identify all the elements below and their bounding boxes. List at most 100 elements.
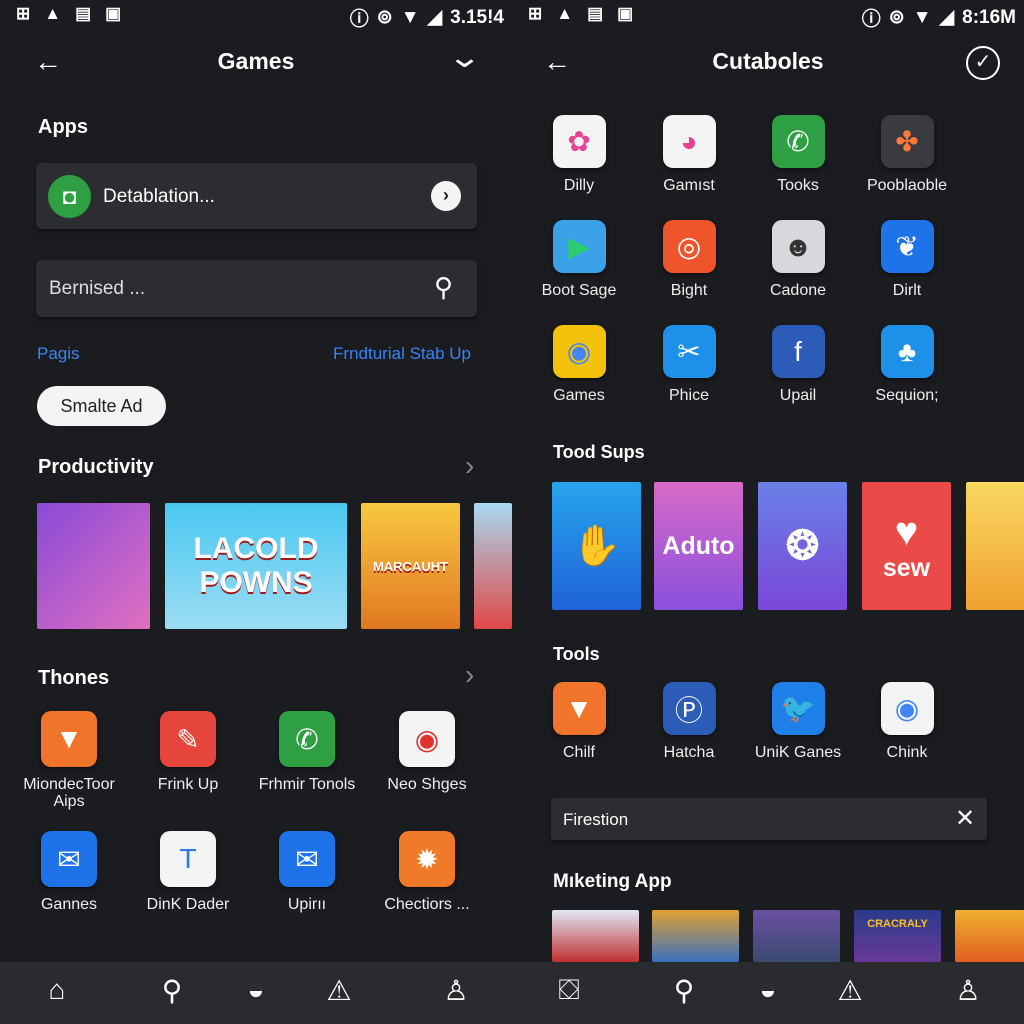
app-label[interactable]: Upirıı [247, 896, 367, 913]
app-label[interactable]: Chectiors ... [367, 896, 487, 913]
app-icon[interactable]: ✉ [279, 831, 335, 887]
app-label[interactable]: Dilly [519, 177, 639, 194]
app-label[interactable]: MiondecToor Aips [9, 776, 129, 810]
chevron-right-icon[interactable]: › [431, 181, 461, 211]
wifi-icon: ▼ [400, 6, 420, 28]
app-icon[interactable]: ✿ [552, 115, 606, 168]
app-label[interactable]: Hatcha [629, 744, 749, 761]
app-tile[interactable]: Aduto [654, 482, 743, 610]
game-thumbnail[interactable] [652, 910, 739, 962]
chevron-right-icon[interactable]: › [465, 450, 474, 482]
app-icon[interactable]: ✆ [771, 115, 825, 168]
app-icon[interactable]: ✹ [399, 831, 455, 887]
tile-icon: ❂ [785, 524, 820, 568]
app-label[interactable]: Chilf [519, 744, 639, 761]
app-label[interactable]: Chink [847, 744, 967, 761]
app-label[interactable]: Sequion; [847, 387, 967, 404]
game-thumbnail[interactable]: CRACRALY [854, 910, 941, 962]
signal-icon: ◢ [427, 7, 443, 28]
sim-icon: ⊞ [16, 4, 31, 23]
app-tile[interactable]: ❂ [758, 482, 847, 610]
search-input[interactable]: Bernised ... [49, 278, 145, 300]
app-icon[interactable]: ✎ [160, 711, 216, 767]
app-icon[interactable]: T [160, 831, 216, 887]
app-card[interactable]: ◘ Detablation... › [36, 163, 477, 229]
basket-icon[interactable]: ◒ [248, 974, 265, 1006]
game-thumbnail[interactable] [753, 910, 840, 962]
app-label[interactable]: DinK Dader [128, 896, 248, 913]
info-icon: ⓘ [861, 9, 881, 30]
app-icon[interactable]: ♣ [880, 325, 934, 378]
close-icon[interactable]: ✕ [955, 804, 975, 833]
home-icon[interactable]: ⌂ [49, 974, 66, 1006]
app-icon[interactable]: Ⓟ [662, 682, 716, 735]
app-icon[interactable]: ◉ [552, 325, 606, 378]
app-label[interactable]: Boot Sage [519, 282, 639, 299]
app-label[interactable]: Dirlt [847, 282, 967, 299]
game-banner[interactable]: MARCAUHT [361, 503, 460, 629]
search-icon[interactable]: ⚲ [162, 974, 183, 1007]
app-label[interactable]: Upail [738, 387, 858, 404]
chevron-right-icon[interactable]: › [465, 659, 474, 691]
game-banner[interactable] [37, 503, 150, 629]
app-icon[interactable]: ▶ [552, 220, 606, 273]
app-tile[interactable]: ✋ [552, 482, 641, 610]
search-icon[interactable]: ⚲ [674, 974, 695, 1007]
app-icon[interactable]: ◉ [399, 711, 455, 767]
screen-icon: ▣ [105, 4, 122, 23]
filter-input[interactable]: Firestion [563, 810, 628, 830]
app-label[interactable]: Tooks [738, 177, 858, 194]
app-icon[interactable]: ✆ [279, 711, 335, 767]
app-label[interactable]: UniK Ganes [738, 744, 858, 761]
search-bar[interactable]: Bernised ... ⚲ [36, 260, 477, 317]
alert-board-icon[interactable]: ⚠ [326, 974, 351, 1007]
app-icon[interactable]: ✉ [41, 831, 97, 887]
app-label[interactable]: Gamıst [629, 177, 749, 194]
app-tile[interactable] [966, 482, 1024, 610]
alert-board-icon[interactable]: ⚠ [837, 974, 862, 1007]
app-icon[interactable]: ▼ [41, 711, 97, 767]
status-bar: ⊞ ▲ ▤ ▣ ⓘ ⊚ ▼ ◢ 8:16M [512, 4, 1024, 30]
app-icon[interactable]: f [771, 325, 825, 378]
search-icon[interactable]: ⚲ [434, 272, 453, 303]
app-icon[interactable]: ❦ [880, 220, 934, 273]
storage-icon: ▤ [587, 4, 604, 23]
app-label[interactable]: Frhmir Tonols [247, 776, 367, 793]
screen-icon: ▣ [617, 4, 634, 23]
app-label[interactable]: Neo Shges [367, 776, 487, 793]
tutorial-link[interactable]: Frndturial Stab Up [333, 344, 471, 364]
app-icon[interactable]: ◎ [662, 220, 716, 273]
app-icon[interactable]: ☻ [771, 220, 825, 273]
store-icon[interactable]: ⛋ [558, 974, 579, 1007]
page-title: Cutaboles [712, 48, 824, 74]
app-icon[interactable]: ▼ [552, 682, 606, 735]
app-label[interactable]: Pooblaoble [847, 177, 967, 194]
marketing-heading: Mıketing App [553, 871, 672, 892]
smalte-ad-button[interactable]: Smalte Ad [37, 386, 166, 426]
filter-field[interactable]: Firestion ✕ [551, 798, 987, 840]
app-tile[interactable]: ♥ sew [862, 482, 951, 610]
game-thumbnail[interactable] [955, 910, 1024, 962]
chevron-down-icon[interactable]: ⌄ [447, 40, 482, 75]
basket-icon[interactable]: ◒ [760, 974, 777, 1006]
app-icon[interactable]: ◕ [662, 115, 716, 168]
profile-icon[interactable]: ♙ [955, 974, 980, 1007]
app-label[interactable]: Cadone [738, 282, 858, 299]
app-label[interactable]: Bight [629, 282, 749, 299]
app-label[interactable]: Gannes [9, 896, 129, 913]
app-icon[interactable]: ✂ [662, 325, 716, 378]
app-label[interactable]: Phice [629, 387, 749, 404]
game-banner[interactable]: LACOLD POWNS [165, 503, 347, 629]
app-label[interactable]: Games [519, 387, 639, 404]
check-circle-icon[interactable]: ✓ [966, 46, 1000, 80]
tood-sups-heading: Tood Sups [553, 442, 645, 462]
pagis-link[interactable]: Pagis [37, 344, 80, 364]
app-label[interactable]: Frink Up [128, 776, 248, 793]
app-icon[interactable]: ✤ [880, 115, 934, 168]
app-icon[interactable]: ◉ [880, 682, 934, 735]
profile-icon[interactable]: ♙ [443, 974, 468, 1007]
game-banner[interactable] [474, 503, 512, 629]
app-icon[interactable]: 🐦 [771, 682, 825, 735]
thones-heading: Thones [38, 667, 110, 689]
game-thumbnail[interactable] [552, 910, 639, 962]
